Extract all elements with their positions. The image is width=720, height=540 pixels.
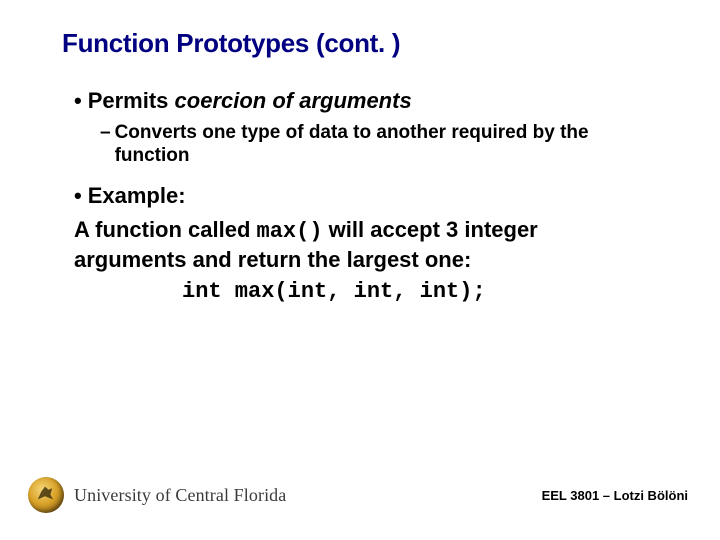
slide-footer: University of Central Florida EEL 3801 –… bbox=[0, 470, 720, 520]
university-name: University of Central Florida bbox=[74, 485, 286, 506]
bullet-icon: • bbox=[74, 182, 82, 210]
example-heading: Example: bbox=[88, 182, 186, 210]
example-inline-code: max() bbox=[257, 219, 323, 244]
sub-bullet-item: – Converts one type of data to another r… bbox=[100, 121, 660, 169]
slide: Function Prototypes (cont. ) • Permits c… bbox=[0, 0, 720, 540]
bullet-icon: • bbox=[74, 87, 82, 115]
bullet-text: Permits coercion of arguments bbox=[88, 87, 412, 115]
example-description: A function called max() will accept 3 in… bbox=[74, 216, 660, 275]
slide-content: • Permits coercion of arguments – Conver… bbox=[62, 87, 680, 304]
example-block: • Example: A function called max() will … bbox=[74, 182, 660, 304]
sub-bullet-text: Converts one type of data to another req… bbox=[115, 121, 650, 169]
bullet-italic: coercion of arguments bbox=[175, 88, 412, 113]
dash-icon: – bbox=[100, 121, 111, 145]
course-info: EEL 3801 – Lotzi Bölöni bbox=[542, 488, 688, 503]
university-logo-block: University of Central Florida bbox=[28, 477, 286, 513]
example-pre: A function called bbox=[74, 217, 257, 242]
pegasus-icon bbox=[28, 477, 64, 513]
bullet-item-example: • Example: bbox=[74, 182, 660, 210]
bullet-prefix: Permits bbox=[88, 88, 175, 113]
bullet-item: • Permits coercion of arguments bbox=[74, 87, 660, 115]
example-code-line: int max(int, int, int); bbox=[182, 279, 660, 304]
slide-title: Function Prototypes (cont. ) bbox=[62, 28, 680, 59]
